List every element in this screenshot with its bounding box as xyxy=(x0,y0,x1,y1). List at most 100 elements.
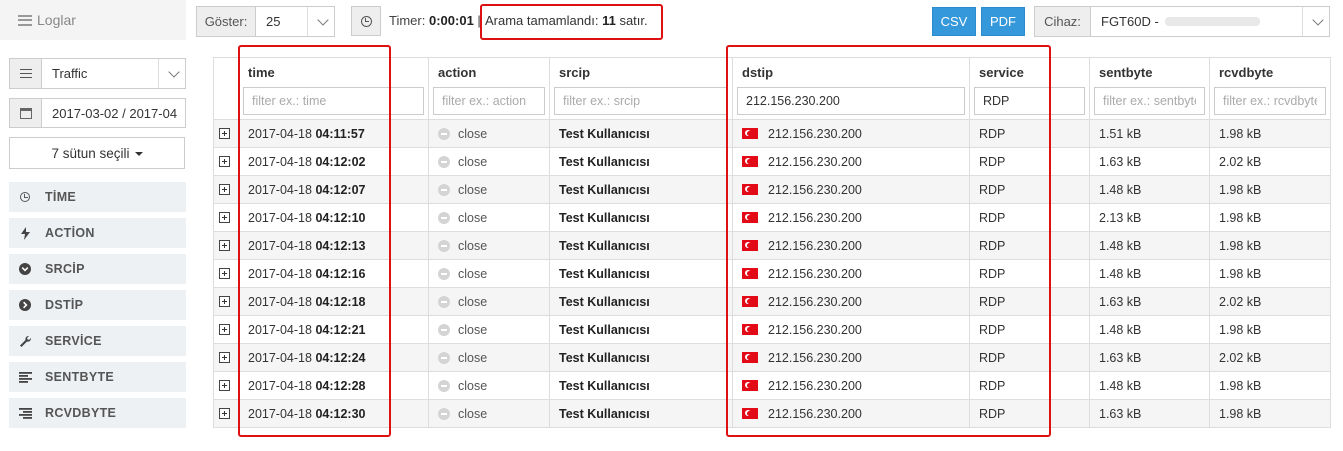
redacted-serial xyxy=(1164,17,1260,26)
sidebar-item-srcip[interactable]: SRCİP xyxy=(9,254,186,284)
cell-action: close xyxy=(428,371,550,400)
srcip-value: Test Kullanıcısı xyxy=(559,238,650,253)
column-header-sentbyte[interactable]: sentbyte xyxy=(1089,57,1210,87)
expand-cell xyxy=(213,287,239,316)
sentbyte-value: 1.48 kB xyxy=(1099,238,1142,253)
table-row[interactable]: 2017-04-18 04:11:57 close Test Kullanıcısı… xyxy=(213,119,1331,148)
rcvdbyte-value: 1.98 kB xyxy=(1219,266,1262,281)
expand-row-icon[interactable] xyxy=(219,212,230,223)
sentbyte-value: 1.63 kB xyxy=(1099,350,1142,365)
table-row[interactable]: 2017-04-18 04:12:24 close Test Kullanıcısı… xyxy=(213,343,1331,372)
expand-row-icon[interactable] xyxy=(219,240,230,251)
cell-srcip: Test Kullanıcısı xyxy=(549,287,733,316)
cell-srcip: Test Kullanıcısı xyxy=(549,343,733,372)
expand-cell xyxy=(213,315,239,344)
column-header-service[interactable]: service xyxy=(969,57,1090,87)
expand-row-icon[interactable] xyxy=(219,324,230,335)
column-header-dstip[interactable]: dstip xyxy=(732,57,970,87)
sidebar-item-time[interactable]: TİME xyxy=(9,182,186,212)
timer-button[interactable] xyxy=(351,6,381,36)
column-header-action[interactable]: action xyxy=(428,57,550,87)
service-value: RDP xyxy=(979,322,1006,337)
table-row[interactable]: 2017-04-18 04:12:02 close Test Kullanıcısı… xyxy=(213,147,1331,176)
filter-cell-srcip xyxy=(549,86,733,120)
column-header-srcip[interactable]: srcip xyxy=(549,57,733,87)
expand-row-icon[interactable] xyxy=(219,380,230,391)
dstip-value: 212.156.230.200 xyxy=(768,210,862,225)
table-row[interactable]: 2017-04-18 04:12:16 close Test Kullanıcısı… xyxy=(213,259,1331,288)
cell-sentbyte: 1.48 kB xyxy=(1089,175,1210,204)
device-select[interactable]: FGT60D - xyxy=(1090,6,1330,37)
cell-time: 2017-04-18 04:12:13 xyxy=(238,231,429,260)
cell-action: close xyxy=(428,315,550,344)
column-select-button[interactable]: 7 sütun seçili xyxy=(9,137,185,169)
expand-row-icon[interactable] xyxy=(219,408,230,419)
filter-input-time[interactable] xyxy=(243,86,424,115)
expand-cell xyxy=(213,371,239,400)
cell-rcvdbyte: 1.98 kB xyxy=(1209,119,1331,148)
filter-input-action[interactable] xyxy=(433,86,545,115)
turkey-flag-icon xyxy=(742,127,758,139)
expand-row-icon[interactable] xyxy=(219,296,230,307)
table-row[interactable]: 2017-04-18 04:12:18 close Test Kullanıcısı… xyxy=(213,287,1331,316)
column-header-rcvdbyte[interactable]: rcvdbyte xyxy=(1209,57,1331,87)
cell-service: RDP xyxy=(969,259,1090,288)
expand-row-icon[interactable] xyxy=(219,156,230,167)
cell-sentbyte: 1.51 kB xyxy=(1089,119,1210,148)
app-title[interactable]: Loglar xyxy=(0,0,186,40)
chevron-circle-down-icon xyxy=(18,262,32,276)
srcip-value: Test Kullanıcısı xyxy=(559,182,650,197)
table-row[interactable]: 2017-04-18 04:12:07 close Test Kullanıcısı… xyxy=(213,175,1331,204)
expand-row-icon[interactable] xyxy=(219,352,230,363)
sidebar-item-rcvdbyte[interactable]: RCVDBYTE xyxy=(9,398,186,428)
table-row[interactable]: 2017-04-18 04:12:28 close Test Kullanıcısı… xyxy=(213,371,1331,400)
log-type-select[interactable]: Traffic xyxy=(41,58,186,89)
cell-service: RDP xyxy=(969,287,1090,316)
srcip-value: Test Kullanıcısı xyxy=(559,126,650,141)
srcip-value: Test Kullanıcısı xyxy=(559,154,650,169)
show-label-text: Göster: xyxy=(204,14,248,29)
expand-cell xyxy=(213,119,239,148)
column-header-time[interactable]: time xyxy=(238,57,429,87)
filter-input-rcvdbyte[interactable] xyxy=(1214,86,1326,115)
filter-input-service[interactable] xyxy=(974,86,1085,115)
action-value: close xyxy=(458,126,488,141)
date-range-input[interactable]: 2017-03-02 / 2017-04 xyxy=(41,98,186,128)
expand-row-icon[interactable] xyxy=(219,128,230,139)
filter-input-srcip[interactable] xyxy=(554,86,728,115)
sidebar-item-sentbyte[interactable]: SENTBYTE xyxy=(9,362,186,392)
sidebar-item-dstip[interactable]: DSTİP xyxy=(9,290,186,320)
page-size-select[interactable]: 25 xyxy=(255,6,335,37)
cell-time: 2017-04-18 04:12:16 xyxy=(238,259,429,288)
dstip-value: 212.156.230.200 xyxy=(768,350,862,365)
table-row[interactable]: 2017-04-18 04:12:21 close Test Kullanıcısı… xyxy=(213,315,1331,344)
time-date: 2017-04-18 xyxy=(248,154,312,169)
sentbyte-value: 1.48 kB xyxy=(1099,378,1142,393)
rcvdbyte-value: 1.98 kB xyxy=(1219,182,1262,197)
table-row[interactable]: 2017-04-18 04:12:13 close Test Kullanıcısı… xyxy=(213,231,1331,260)
filter-input-sentbyte[interactable] xyxy=(1094,86,1205,115)
cell-service: RDP xyxy=(969,371,1090,400)
srcip-value: Test Kullanıcısı xyxy=(559,406,650,421)
csv-export-button[interactable]: CSV xyxy=(932,7,976,36)
cell-time: 2017-04-18 04:12:02 xyxy=(238,147,429,176)
time-clock: 04:12:13 xyxy=(315,238,366,253)
table-row[interactable]: 2017-04-18 04:12:10 close Test Kullanıcısı… xyxy=(213,203,1331,232)
dstip-value: 212.156.230.200 xyxy=(768,322,862,337)
log-table: time action srcip dstip service sentbyte… xyxy=(213,57,1331,428)
filter-input-dstip[interactable] xyxy=(737,86,965,115)
pdf-export-button[interactable]: PDF xyxy=(981,7,1025,36)
cell-action: close xyxy=(428,399,550,428)
cell-time: 2017-04-18 04:12:30 xyxy=(238,399,429,428)
sidebar-item-action[interactable]: ACTİON xyxy=(9,218,186,248)
srcip-value: Test Kullanıcısı xyxy=(559,322,650,337)
expand-cell xyxy=(213,231,239,260)
minus-circle-icon xyxy=(438,351,450,364)
table-row[interactable]: 2017-04-18 04:12:30 close Test Kullanıcısı… xyxy=(213,399,1331,428)
expand-row-icon[interactable] xyxy=(219,268,230,279)
turkey-flag-icon xyxy=(742,183,758,195)
time-date: 2017-04-18 xyxy=(248,126,312,141)
expand-row-icon[interactable] xyxy=(219,184,230,195)
sidebar-item-service[interactable]: SERVİCE xyxy=(9,326,186,356)
cell-service: RDP xyxy=(969,231,1090,260)
